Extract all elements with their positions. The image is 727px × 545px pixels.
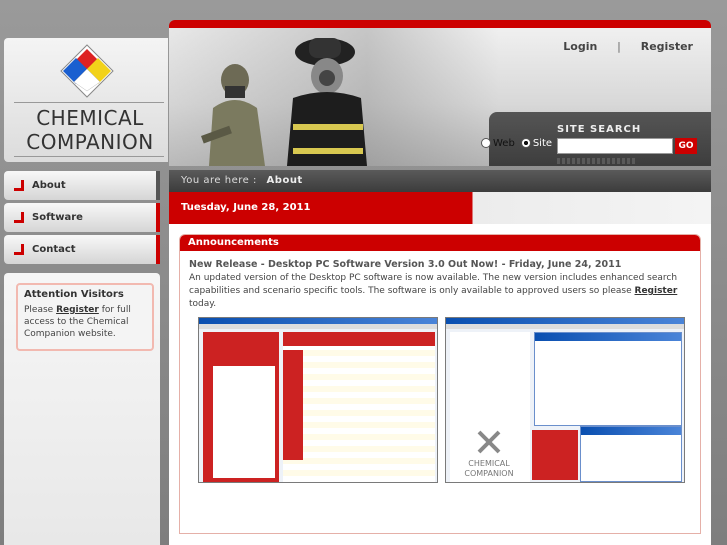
sidebar-nav: About Software Contact <box>4 171 160 267</box>
login-link[interactable]: Login <box>563 40 597 53</box>
breadcrumb: You are here : About <box>169 170 711 192</box>
register-link[interactable]: Register <box>641 40 693 53</box>
corner-arrow-icon <box>14 179 26 192</box>
screenshot-logo: CHEMICAL COMPANION <box>452 428 526 479</box>
attention-text: Please Register for full access to the C… <box>24 304 146 340</box>
radio-site[interactable] <box>520 138 531 148</box>
search-option-web[interactable]: Web <box>481 138 515 149</box>
sidebar-item-label: Software <box>32 212 83 223</box>
hazard-diamond-icon <box>60 44 114 98</box>
logo-text-line1: CHEMICAL <box>36 106 144 130</box>
attention-box: Attention Visitors Please Register for f… <box>16 283 154 351</box>
screenshot-side-tabs <box>283 350 303 460</box>
hero-image <box>169 28 499 166</box>
breadcrumb-prefix: You are here : <box>181 175 257 186</box>
screenshot-header <box>283 332 435 346</box>
sidebar-panel: Attention Visitors Please Register for f… <box>4 273 160 545</box>
sidebar-item-software[interactable]: Software <box>4 203 160 232</box>
release-body-after: today. <box>189 299 217 309</box>
sidebar-item-label: About <box>32 180 66 191</box>
firefighter-figure <box>287 38 367 166</box>
sidebar-item-about[interactable]: About <box>4 171 160 200</box>
screenshot-main-panel <box>283 332 435 482</box>
sidebar-item-label: Contact <box>32 244 76 255</box>
screenshot-red-panel <box>532 430 578 480</box>
screenshot-calculator-panel <box>534 332 682 426</box>
panel-titlebar <box>581 427 681 435</box>
software-screenshot-1[interactable] <box>198 317 438 483</box>
tools-icon <box>477 430 501 454</box>
date-bar: Tuesday, June 28, 2011 <box>169 192 711 224</box>
search-go-button[interactable]: GO <box>675 138 697 154</box>
corner-arrow-icon <box>14 211 26 224</box>
logo-panel[interactable]: CHEMICAL COMPANION <box>4 38 168 162</box>
screenshot-tree <box>213 366 275 478</box>
attention-title: Attention Visitors <box>24 289 124 300</box>
radio-web-label: Web <box>493 138 515 149</box>
hazmat-worker-figure <box>200 64 265 166</box>
search-helper-text <box>557 158 637 164</box>
logo-text-line2: COMPANION <box>26 130 154 154</box>
search-label: SITE SEARCH <box>557 124 642 135</box>
release-body: An updated version of the Desktop PC sof… <box>189 272 691 311</box>
attention-text-before: Please <box>24 305 57 315</box>
search-input[interactable] <box>557 138 673 154</box>
release-body-before: An updated version of the Desktop PC sof… <box>189 273 678 296</box>
logo-divider-bottom <box>14 156 164 157</box>
attention-register-link[interactable]: Register <box>56 305 99 315</box>
screenshot-logo-line2: COMPANION <box>464 469 514 478</box>
announcements-heading: Announcements <box>180 235 700 251</box>
main-content: Tuesday, June 28, 2011 Announcements New… <box>169 192 711 545</box>
screenshot-table <box>283 350 435 480</box>
link-separator: | <box>617 40 621 53</box>
window-menubar <box>446 324 684 329</box>
screenshot-distance-panel <box>580 426 682 482</box>
logo-divider <box>14 102 164 103</box>
header: Login | Register Web Site SITE SEARCH GO <box>169 20 711 166</box>
radio-web[interactable] <box>481 138 491 148</box>
release-title: New Release - Desktop PC Software Versio… <box>189 259 622 270</box>
search-scope: Web Site <box>481 138 552 149</box>
window-menubar <box>199 324 437 329</box>
search-option-site[interactable]: Site <box>520 138 553 149</box>
announcements-box: Announcements New Release - Desktop PC S… <box>179 234 701 534</box>
account-links: Login | Register <box>555 40 701 53</box>
corner-arrow-icon <box>14 243 26 256</box>
radio-site-label: Site <box>532 138 553 149</box>
panel-titlebar <box>535 333 681 341</box>
sidebar-item-contact[interactable]: Contact <box>4 235 160 264</box>
screenshot-logo-line1: CHEMICAL <box>468 459 510 468</box>
software-screenshot-2[interactable]: CHEMICAL COMPANION <box>445 317 685 483</box>
current-date: Tuesday, June 28, 2011 <box>181 202 311 213</box>
release-register-link[interactable]: Register <box>635 286 678 296</box>
breadcrumb-current: About <box>266 175 303 186</box>
